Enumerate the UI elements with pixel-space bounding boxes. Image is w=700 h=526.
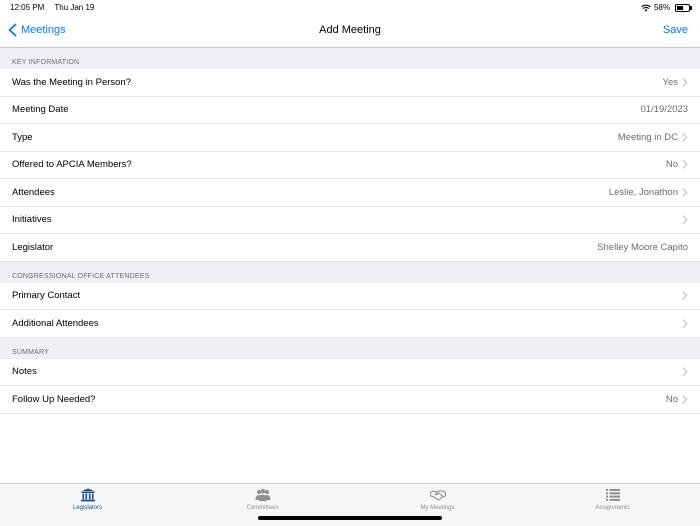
chevron-right-icon bbox=[682, 394, 688, 404]
form-row-label: Notes bbox=[12, 366, 37, 378]
tab-label: Committees bbox=[246, 505, 279, 511]
form-row-label: Was the Meeting in Person? bbox=[12, 76, 131, 88]
form-row-label: Follow Up Needed? bbox=[12, 393, 96, 405]
form-row[interactable]: Attendees Leslie, Jonathon bbox=[0, 179, 700, 207]
chevron-right-icon bbox=[682, 318, 688, 328]
form-row-label: Primary Contact bbox=[12, 290, 81, 302]
battery-icon bbox=[675, 3, 692, 12]
form-row[interactable]: Primary Contact bbox=[0, 282, 700, 310]
status-time: 12:05 PM bbox=[10, 3, 45, 12]
tab-legislators[interactable]: Legislators bbox=[0, 484, 175, 526]
form-row-label: Attendees bbox=[12, 186, 55, 198]
meeting-form: KEY INFORMATION Was the Meeting in Person… bbox=[0, 48, 700, 483]
form-row-value: No bbox=[665, 393, 678, 405]
tab-label: Legislators bbox=[72, 505, 102, 511]
chevron-right-icon bbox=[682, 187, 688, 197]
chevron-right-icon bbox=[682, 132, 688, 142]
form-row[interactable]: Additional Attendees bbox=[0, 310, 700, 338]
handshake-icon bbox=[429, 488, 446, 502]
form-row-label: Legislator bbox=[12, 241, 54, 253]
form-row-value: Shelley Moore Capito bbox=[597, 241, 688, 253]
form-row-label: Offered to APCIA Members? bbox=[12, 159, 132, 171]
form-row-value: Meeting in DC bbox=[617, 131, 678, 143]
save-button[interactable]: Save bbox=[663, 24, 688, 36]
form-row[interactable]: Was the Meeting in Person? Yes bbox=[0, 69, 700, 97]
chevron-right-icon bbox=[682, 291, 688, 301]
section-header: KEY INFORMATION bbox=[0, 48, 700, 69]
form-row[interactable]: Offered to APCIA Members? No bbox=[0, 151, 700, 179]
section-header: CONGRESSIONAL OFFICE ATTENDEES bbox=[0, 261, 700, 283]
group-people-icon bbox=[255, 488, 271, 502]
capitol-building-icon bbox=[80, 488, 96, 502]
chevron-right-icon bbox=[682, 367, 688, 377]
tab-label: Assignments bbox=[595, 505, 630, 511]
home-indicator bbox=[258, 516, 442, 520]
form-row-value: 01/19/2023 bbox=[640, 104, 688, 116]
form-row[interactable]: Follow Up Needed? No bbox=[0, 386, 700, 414]
form-row[interactable]: Notes bbox=[0, 358, 700, 386]
battery-percent: 58% bbox=[653, 3, 670, 12]
form-row-label: Type bbox=[12, 131, 33, 143]
chevron-right-icon bbox=[682, 160, 688, 170]
form-row[interactable]: Meeting Date 01/19/2023 bbox=[0, 96, 700, 124]
form-row-value: Yes bbox=[662, 76, 679, 88]
form-row-value: No bbox=[665, 159, 678, 171]
wifi-icon bbox=[641, 4, 651, 11]
chevron-right-icon bbox=[682, 215, 688, 225]
form-row-label: Additional Attendees bbox=[12, 317, 99, 329]
list-icon bbox=[605, 488, 621, 502]
form-row[interactable]: Initiatives bbox=[0, 206, 700, 234]
page-title: Add Meeting bbox=[319, 24, 381, 36]
form-row[interactable]: Type Meeting in DC bbox=[0, 124, 700, 152]
form-row-label: Meeting Date bbox=[12, 104, 69, 116]
tab-assignments[interactable]: Assignments bbox=[525, 484, 700, 526]
section-header: SUMMARY bbox=[0, 337, 700, 359]
form-row-value: Leslie, Jonathon bbox=[608, 186, 678, 198]
form-row[interactable]: Legislator Shelley Moore Capito bbox=[0, 234, 700, 262]
status-date: Thu Jan 19 bbox=[54, 3, 95, 12]
navigation-bar: Meetings Add Meeting Save bbox=[0, 16, 700, 48]
tab-label: My Meetings bbox=[420, 505, 455, 511]
status-bar: 12:05 PM Thu Jan 19 58% bbox=[0, 0, 700, 16]
form-row-label: Initiatives bbox=[12, 214, 52, 226]
chevron-right-icon bbox=[682, 77, 688, 87]
